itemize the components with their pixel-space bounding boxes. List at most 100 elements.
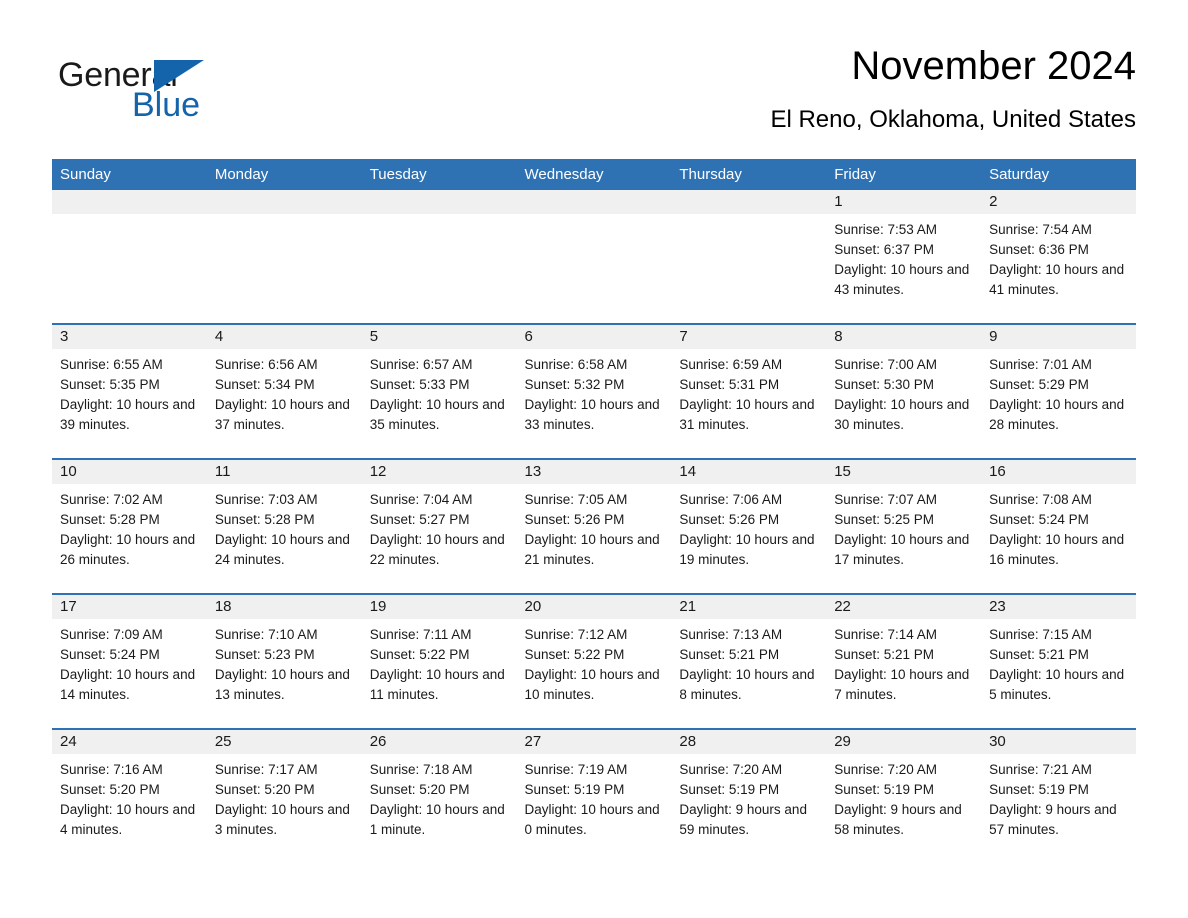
calendar-day-cell[interactable]: 10 Sunrise: 7:02 AM Sunset: 5:28 PM Dayligh… bbox=[52, 458, 207, 594]
sunrise-time: Sunrise: 7:00 AM bbox=[834, 357, 938, 372]
day-details: Sunrise: 7:09 AM Sunset: 5:24 PM Daylight:… bbox=[52, 619, 207, 705]
calendar-day-cell[interactable]: 6 Sunrise: 6:58 AM Sunset: 5:32 PM Daylight… bbox=[516, 323, 672, 459]
day-number: 17 bbox=[52, 595, 207, 619]
calendar-day-cell-empty bbox=[671, 190, 827, 324]
sunset-time: Sunset: 5:35 PM bbox=[60, 377, 160, 392]
daylight-duration: Daylight: 10 hours and 16 minutes. bbox=[989, 532, 1125, 567]
calendar-day-cell[interactable]: 28 Sunrise: 7:20 AM Sunset: 5:19 PM Dayligh… bbox=[671, 728, 827, 863]
calendar-day-cell[interactable]: 4 Sunrise: 6:56 AM Sunset: 5:34 PM Daylight… bbox=[206, 323, 362, 459]
day-details: Sunrise: 7:17 AM Sunset: 5:20 PM Daylight:… bbox=[207, 754, 362, 840]
calendar-day-cell[interactable]: 17 Sunrise: 7:09 AM Sunset: 5:24 PM Dayligh… bbox=[52, 593, 207, 729]
sunset-time: Sunset: 5:28 PM bbox=[60, 512, 160, 527]
calendar-day-cell[interactable]: 7 Sunrise: 6:59 AM Sunset: 5:31 PM Daylight… bbox=[671, 323, 827, 459]
calendar-day-cell[interactable]: 29 Sunrise: 7:20 AM Sunset: 5:19 PM Dayligh… bbox=[826, 728, 982, 863]
calendar-day-cell[interactable]: 3 Sunrise: 6:55 AM Sunset: 5:35 PM Daylight… bbox=[52, 323, 207, 459]
calendar-header-row: Sunday Monday Tuesday Wednesday Thursday… bbox=[52, 159, 1136, 190]
calendar-week-row: 1 Sunrise: 7:53 AM Sunset: 6:37 PM Daylight… bbox=[52, 190, 1136, 324]
day-details: Sunrise: 7:12 AM Sunset: 5:22 PM Daylight:… bbox=[517, 619, 672, 705]
calendar-day-cell[interactable]: 9 Sunrise: 7:01 AM Sunset: 5:29 PM Daylight… bbox=[981, 323, 1136, 459]
day-details: Sunrise: 6:58 AM Sunset: 5:32 PM Daylight:… bbox=[517, 349, 672, 435]
sunset-time: Sunset: 5:31 PM bbox=[679, 377, 780, 392]
page-header: General Blue November 2024 El Reno, Okla… bbox=[52, 40, 1136, 150]
calendar-day-cell[interactable]: 27 Sunrise: 7:19 AM Sunset: 5:19 PM Dayligh… bbox=[516, 728, 672, 863]
day-number: 1 bbox=[826, 190, 982, 214]
sunset-time: Sunset: 5:24 PM bbox=[60, 647, 160, 662]
sunrise-time: Sunrise: 7:19 AM bbox=[524, 762, 628, 777]
day-number: 24 bbox=[52, 730, 207, 754]
calendar-day-cell[interactable]: 14 Sunrise: 7:06 AM Sunset: 5:26 PM Dayligh… bbox=[671, 458, 827, 594]
calendar-day-cell[interactable]: 21 Sunrise: 7:13 AM Sunset: 5:21 PM Dayligh… bbox=[671, 593, 827, 729]
calendar-day-cell[interactable]: 24 Sunrise: 7:16 AM Sunset: 5:20 PM Dayligh… bbox=[52, 728, 207, 863]
sunrise-time: Sunrise: 7:01 AM bbox=[989, 357, 1092, 372]
calendar-day-cell[interactable]: 30 Sunrise: 7:21 AM Sunset: 5:19 PM Dayligh… bbox=[981, 728, 1136, 863]
sunrise-time: Sunrise: 7:03 AM bbox=[214, 492, 318, 507]
sunset-time: Sunset: 5:20 PM bbox=[60, 782, 160, 797]
sunrise-time: Sunrise: 7:20 AM bbox=[834, 762, 938, 777]
day-details: Sunrise: 7:20 AM Sunset: 5:19 PM Daylight:… bbox=[671, 754, 826, 840]
sunrise-time: Sunrise: 7:14 AM bbox=[834, 627, 938, 642]
daylight-duration: Daylight: 10 hours and 30 minutes. bbox=[834, 397, 970, 432]
calendar-day-cell[interactable]: 11 Sunrise: 7:03 AM Sunset: 5:28 PM Dayligh… bbox=[206, 458, 362, 594]
day-details bbox=[362, 214, 517, 220]
calendar-day-cell[interactable]: 1 Sunrise: 7:53 AM Sunset: 6:37 PM Daylight… bbox=[826, 190, 982, 324]
day-number: 22 bbox=[826, 595, 982, 619]
calendar-day-cell[interactable]: 18 Sunrise: 7:10 AM Sunset: 5:23 PM Dayligh… bbox=[206, 593, 362, 729]
page-subtitle: El Reno, Oklahoma, United States bbox=[770, 106, 1136, 133]
daylight-duration: Daylight: 10 hours and 10 minutes. bbox=[524, 667, 660, 702]
calendar-day-cell[interactable]: 8 Sunrise: 7:00 AM Sunset: 5:30 PM Daylight… bbox=[826, 323, 982, 459]
calendar-day-cell[interactable]: 5 Sunrise: 6:57 AM Sunset: 5:33 PM Daylight… bbox=[361, 323, 517, 459]
sunset-time: Sunset: 6:36 PM bbox=[989, 242, 1089, 257]
daylight-duration: Daylight: 10 hours and 43 minutes. bbox=[834, 262, 970, 297]
daylight-duration: Daylight: 10 hours and 22 minutes. bbox=[369, 532, 505, 567]
calendar-day-cell[interactable]: 19 Sunrise: 7:11 AM Sunset: 5:22 PM Dayligh… bbox=[361, 593, 517, 729]
day-details bbox=[517, 214, 672, 220]
day-details: Sunrise: 7:05 AM Sunset: 5:26 PM Daylight:… bbox=[517, 484, 672, 570]
sunset-time: Sunset: 5:33 PM bbox=[369, 377, 470, 392]
sunrise-time: Sunrise: 7:07 AM bbox=[834, 492, 938, 507]
day-details: Sunrise: 7:04 AM Sunset: 5:27 PM Daylight:… bbox=[362, 484, 517, 570]
sunset-time: Sunset: 5:32 PM bbox=[524, 377, 625, 392]
day-number: 28 bbox=[671, 730, 827, 754]
general-blue-logo[interactable]: General Blue bbox=[58, 56, 318, 136]
calendar-day-cell[interactable]: 22 Sunrise: 7:14 AM Sunset: 5:21 PM Dayligh… bbox=[826, 593, 982, 729]
daylight-duration: Daylight: 10 hours and 5 minutes. bbox=[989, 667, 1125, 702]
day-number: 13 bbox=[516, 460, 672, 484]
calendar-day-cell[interactable]: 26 Sunrise: 7:18 AM Sunset: 5:20 PM Dayligh… bbox=[361, 728, 517, 863]
day-number: 2 bbox=[981, 190, 1136, 214]
day-number: 11 bbox=[206, 460, 362, 484]
calendar-day-cell[interactable]: 15 Sunrise: 7:07 AM Sunset: 5:25 PM Dayligh… bbox=[826, 458, 982, 594]
day-details: Sunrise: 7:06 AM Sunset: 5:26 PM Daylight:… bbox=[671, 484, 826, 570]
sunset-time: Sunset: 5:22 PM bbox=[369, 647, 470, 662]
sunrise-time: Sunrise: 7:09 AM bbox=[60, 627, 163, 642]
sunset-time: Sunset: 5:21 PM bbox=[834, 647, 935, 662]
calendar-day-cell[interactable]: 20 Sunrise: 7:12 AM Sunset: 5:22 PM Dayligh… bbox=[516, 593, 672, 729]
daylight-duration: Daylight: 10 hours and 13 minutes. bbox=[214, 667, 350, 702]
sunrise-time: Sunrise: 6:58 AM bbox=[524, 357, 628, 372]
daylight-duration: Daylight: 10 hours and 28 minutes. bbox=[989, 397, 1125, 432]
sunset-time: Sunset: 5:23 PM bbox=[214, 647, 315, 662]
day-number bbox=[206, 190, 362, 214]
day-number: 19 bbox=[361, 595, 517, 619]
weekday-header-wednesday: Wednesday bbox=[516, 159, 672, 190]
day-details: Sunrise: 6:56 AM Sunset: 5:34 PM Daylight:… bbox=[207, 349, 362, 435]
sunrise-time: Sunrise: 7:17 AM bbox=[214, 762, 318, 777]
daylight-duration: Daylight: 10 hours and 31 minutes. bbox=[679, 397, 815, 432]
sunset-time: Sunset: 6:37 PM bbox=[834, 242, 935, 257]
sunset-time: Sunset: 5:25 PM bbox=[834, 512, 935, 527]
day-details: Sunrise: 7:10 AM Sunset: 5:23 PM Daylight:… bbox=[207, 619, 362, 705]
calendar-day-cell[interactable]: 16 Sunrise: 7:08 AM Sunset: 5:24 PM Dayligh… bbox=[981, 458, 1136, 594]
sunrise-time: Sunrise: 6:57 AM bbox=[369, 357, 473, 372]
calendar-day-cell[interactable]: 12 Sunrise: 7:04 AM Sunset: 5:27 PM Dayligh… bbox=[361, 458, 517, 594]
day-details: Sunrise: 7:07 AM Sunset: 5:25 PM Daylight:… bbox=[826, 484, 981, 570]
sunset-time: Sunset: 5:19 PM bbox=[989, 782, 1089, 797]
daylight-duration: Daylight: 9 hours and 57 minutes. bbox=[989, 802, 1117, 837]
daylight-duration: Daylight: 10 hours and 33 minutes. bbox=[524, 397, 660, 432]
calendar-day-cell[interactable]: 13 Sunrise: 7:05 AM Sunset: 5:26 PM Dayligh… bbox=[516, 458, 672, 594]
sunrise-time: Sunrise: 7:18 AM bbox=[369, 762, 473, 777]
calendar-day-cell[interactable]: 23 Sunrise: 7:15 AM Sunset: 5:21 PM Dayligh… bbox=[981, 593, 1136, 729]
calendar-day-cell[interactable]: 2 Sunrise: 7:54 AM Sunset: 6:36 PM Daylight… bbox=[981, 190, 1136, 324]
calendar-day-cell[interactable]: 25 Sunrise: 7:17 AM Sunset: 5:20 PM Dayligh… bbox=[206, 728, 362, 863]
daylight-duration: Daylight: 9 hours and 59 minutes. bbox=[679, 802, 807, 837]
day-details: Sunrise: 6:59 AM Sunset: 5:31 PM Daylight:… bbox=[671, 349, 826, 435]
calendar-page: General Blue November 2024 El Reno, Okla… bbox=[0, 0, 1188, 918]
